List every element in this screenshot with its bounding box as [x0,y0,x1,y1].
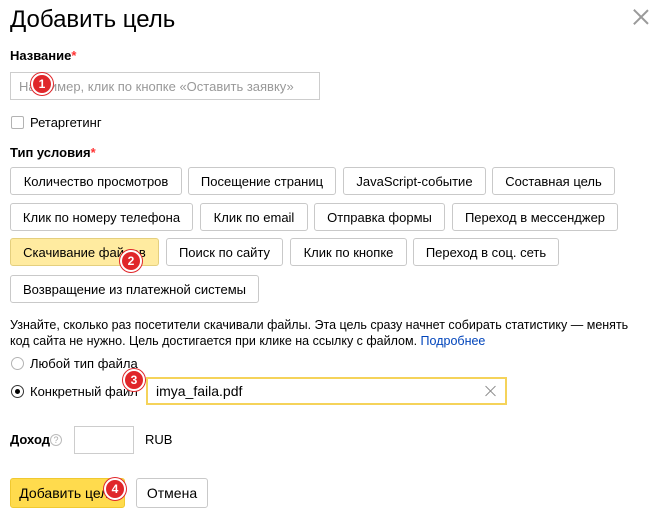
condition-phone-click-button[interactable]: Клик по номеру телефона [10,203,193,231]
annotation-marker: 3 [123,369,145,391]
condition-form-submit-button[interactable]: Отправка формы [314,203,445,231]
condition-composite-button[interactable]: Составная цель [492,167,615,195]
condition-page-visit-button[interactable]: Посещение страниц [188,167,336,195]
condition-js-event-button[interactable]: JavaScript-событие [343,167,486,195]
any-file-type-label: Любой тип файла [30,356,138,371]
condition-type-label: Тип условия* [10,145,96,160]
clear-icon[interactable] [485,385,497,397]
currency-label: RUB [145,432,173,447]
required-mark: * [71,48,77,63]
cancel-button[interactable]: Отмена [136,478,208,508]
required-mark: * [90,145,96,160]
annotation-marker: 4 [104,478,126,500]
file-name-value: imya_faila.pdf [156,383,243,399]
close-icon[interactable] [632,8,650,26]
income-label: Доход [10,432,50,447]
question-icon[interactable]: ? [50,434,62,446]
add-goal-dialog: Добавить цель Название* Например, клик п… [0,0,660,518]
any-file-type-radio[interactable] [11,357,24,370]
more-info-link[interactable]: Подробнее [421,334,486,348]
specific-file-label: Конкретный файл [30,384,138,399]
condition-views-button[interactable]: Количество просмотров [10,167,182,195]
file-name-input[interactable]: imya_faila.pdf [146,377,507,405]
condition-payment-return-button[interactable]: Возвращение из платежной системы [10,275,259,303]
income-input[interactable] [74,426,134,454]
retargeting-checkbox[interactable] [11,116,24,129]
annotation-marker: 1 [31,73,53,95]
goal-name-input[interactable]: Например, клик по кнопке «Оставить заявк… [10,72,320,100]
annotation-marker: 2 [120,250,142,272]
condition-email-click-button[interactable]: Клик по email [200,203,308,231]
condition-site-search-button[interactable]: Поиск по сайту [166,238,283,266]
name-label: Название* [10,48,77,63]
condition-social-button[interactable]: Переход в соц. сеть [413,238,559,266]
condition-button-click-button[interactable]: Клик по кнопке [290,238,407,266]
dialog-title: Добавить цель [10,6,176,33]
specific-file-radio[interactable] [11,385,24,398]
retargeting-label: Ретаргетинг [30,115,102,130]
condition-messenger-button[interactable]: Переход в мессенджер [452,203,618,231]
goal-name-placeholder: Например, клик по кнопке «Оставить заявк… [19,78,294,94]
goal-description: Узнайте, сколько раз посетители скачивал… [10,318,629,348]
